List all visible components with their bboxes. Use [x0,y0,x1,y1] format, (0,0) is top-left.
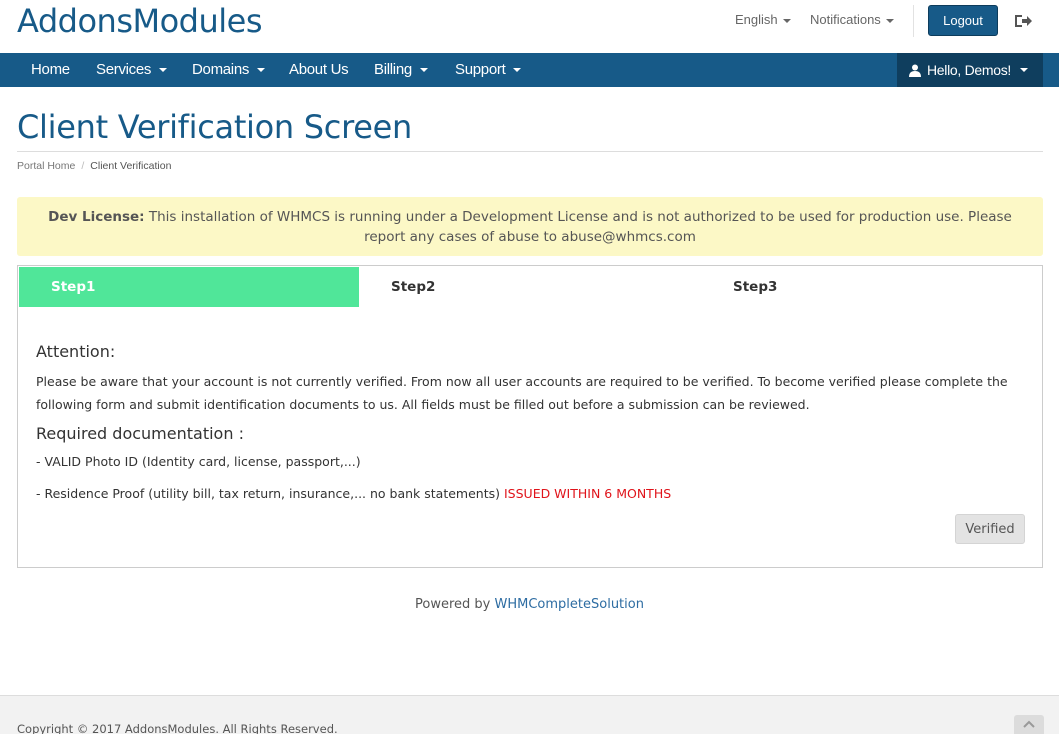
language-menu[interactable]: English [735,12,791,27]
breadcrumb-separator: / [81,160,85,172]
chevron-down-icon [1020,68,1029,72]
page-footer: Copyright © 2017 AddonsModules. All Righ… [0,695,1059,734]
user-menu[interactable]: Hello, Demos! [897,53,1043,87]
powered-link[interactable]: WHMCompleteSolution [495,597,644,612]
language-label: English [735,12,778,27]
nav-label: Services [96,61,152,78]
verification-notice: Please be aware that your account is not… [36,374,1008,412]
chevron-down-icon [159,68,168,73]
residence-proof-item: - Residence Proof (utility bill, tax ret… [36,486,671,501]
breadcrumb: Portal Home / Client Verification [17,160,171,172]
attention-heading: Attention: [36,342,116,361]
tab-step1[interactable]: Step1 [19,267,359,307]
nav-item-support[interactable]: Support [455,53,522,87]
chevron-up-icon [1023,720,1035,728]
page-title: Client Verification Screen [17,108,412,146]
required-docs-heading: Required documentation : [36,424,244,443]
back-to-top-button[interactable] [1014,715,1044,734]
site-logo[interactable]: AddonsModules [17,2,263,40]
chevron-down-icon [782,18,791,23]
nav-label: Home [31,61,70,78]
nav-item-domains[interactable]: Domains [192,53,266,87]
logout-button[interactable]: Logout [928,5,998,36]
chevron-down-icon [513,68,522,73]
nav-item-services[interactable]: Services [96,53,168,87]
photo-id-item: - VALID Photo ID (Identity card, license… [36,454,361,469]
nav-item-about-us[interactable]: About Us [289,53,349,87]
chevron-down-icon [257,68,266,73]
issued-within-highlight: ISSUED WITHIN 6 MONTHS [503,486,672,501]
breadcrumb-current: Client Verification [90,160,172,172]
nav-item-home[interactable]: Home [31,53,70,87]
breadcrumb-portal-home[interactable]: Portal Home [17,160,75,172]
powered-prefix: Powered by [415,597,495,612]
nav-label: Billing [374,61,412,78]
sign-out-icon[interactable] [1013,11,1033,31]
tab-step3[interactable]: Step3 [733,267,777,307]
header-divider [913,5,914,37]
alert-text: This installation of WHMCS is running un… [148,209,1012,245]
title-divider [17,151,1043,152]
user-greeting: Hello, Demos! [927,62,1012,78]
top-header: AddonsModules English Notifications Logo… [0,0,1059,53]
copyright-text: Copyright © 2017 AddonsModules. All Righ… [17,722,338,734]
nav-item-billing[interactable]: Billing [374,53,428,87]
nav-label: Support [455,61,506,78]
alert-label: Dev License: [48,209,145,225]
user-icon [909,64,921,77]
chevron-down-icon [885,18,894,23]
dev-license-alert: Dev License: This installation of WHMCS … [17,197,1043,256]
notifications-menu[interactable]: Notifications [810,12,894,27]
notifications-label: Notifications [810,12,881,27]
residence-proof-text: - Residence Proof (utility bill, tax ret… [36,486,504,501]
chevron-down-icon [419,68,428,73]
nav-label: Domains [192,61,250,78]
powered-by: Powered by WHMCompleteSolution [0,597,1059,612]
main-navbar: Home Services Domains About Us Billing S… [0,53,1059,87]
tab-step2[interactable]: Step2 [391,267,435,307]
nav-label: About Us [289,61,349,78]
verified-button[interactable]: Verified [955,514,1025,544]
verification-panel: Step1 Step2 Step3 Attention: Please be a… [17,265,1043,568]
